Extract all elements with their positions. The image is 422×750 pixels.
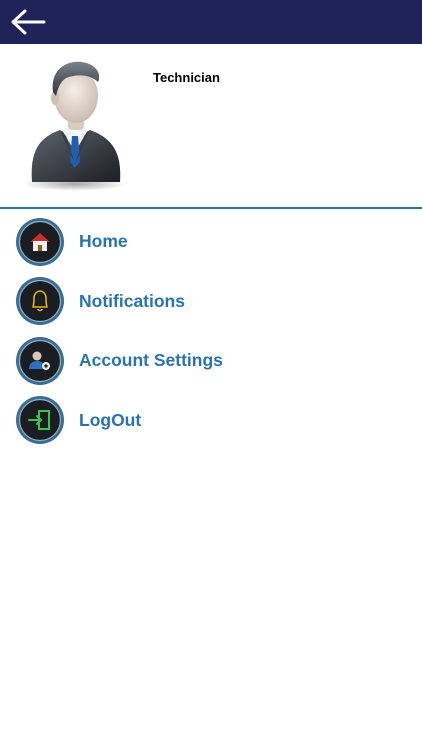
divider bbox=[0, 207, 422, 209]
menu-item-logout[interactable]: LogOut bbox=[0, 391, 422, 451]
menu-item-home[interactable]: Home bbox=[0, 212, 422, 272]
bell-icon bbox=[16, 277, 64, 326]
side-menu: Home Notifications Account Settings LogO… bbox=[0, 212, 422, 450]
arrow-left-icon bbox=[11, 9, 46, 35]
menu-item-label: LogOut bbox=[79, 409, 142, 430]
profile-header: Technician bbox=[0, 44, 422, 207]
back-button[interactable] bbox=[8, 6, 48, 38]
avatar bbox=[20, 52, 130, 192]
menu-item-label: Notifications bbox=[79, 290, 185, 311]
user-settings-icon bbox=[16, 336, 64, 385]
home-icon bbox=[16, 217, 64, 266]
businessman-avatar-icon bbox=[23, 61, 127, 191]
top-app-bar bbox=[0, 0, 422, 44]
menu-item-label: Home bbox=[79, 231, 128, 252]
menu-item-label: Account Settings bbox=[79, 350, 223, 371]
logout-icon bbox=[16, 396, 64, 445]
menu-item-notifications[interactable]: Notifications bbox=[0, 272, 422, 332]
menu-item-account-settings[interactable]: Account Settings bbox=[0, 331, 422, 391]
user-role: Technician bbox=[153, 70, 220, 85]
